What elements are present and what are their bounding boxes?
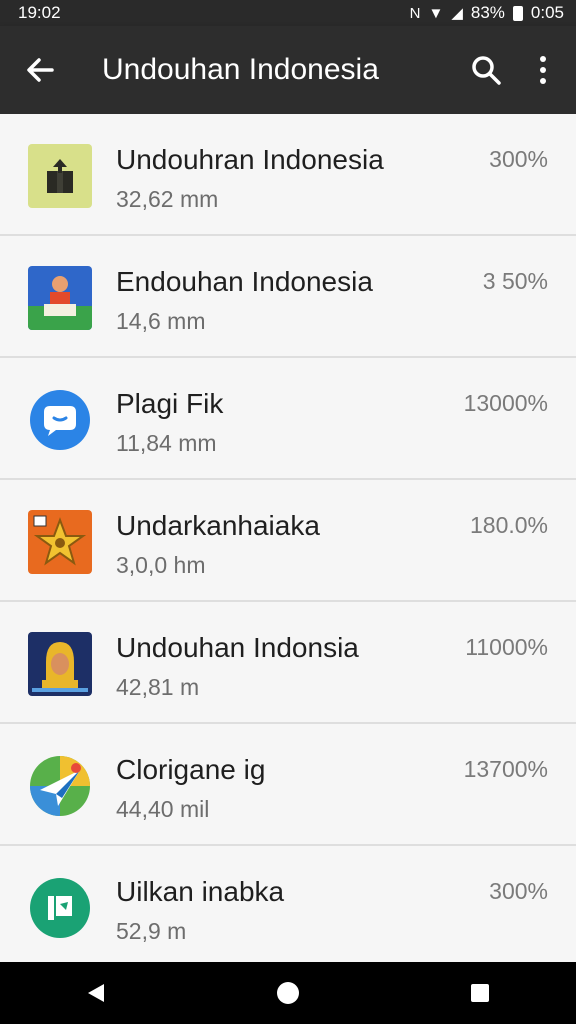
app-percent: 13000% [463, 390, 548, 416]
app-percent: 300% [489, 146, 548, 172]
app-name: Undouhran Indonesia [116, 144, 384, 175]
circle-home-icon [277, 982, 299, 1004]
battery-percent: 83% [470, 3, 505, 22]
arrow-left-icon [27, 58, 54, 82]
nav-recents-button[interactable] [450, 968, 510, 1018]
app-size: 32,62 mm [116, 186, 219, 212]
app-name: Uilkan inabka [116, 876, 285, 907]
flag-icon [28, 876, 92, 940]
app-percent: 300% [489, 878, 548, 904]
page-title: Undouhan Indonesia [102, 53, 379, 86]
app-name: Undouhan Indonsia [116, 632, 359, 663]
app-name: Endouhan Indonesia [116, 266, 373, 297]
app-percent: 3 50% [482, 268, 548, 294]
list-item[interactable]: Undouhan Indonsia 42,81 m 11000% [0, 602, 576, 724]
nfc-icon: N [409, 4, 421, 22]
app-size: 14,6 mm [116, 308, 206, 334]
app-list: Undouhran Indonesia 32,62 mm 300% Endouh… [0, 114, 576, 968]
square-recents-icon [471, 984, 489, 1002]
app-percent: 180.0% [469, 512, 548, 538]
back-button[interactable] [0, 26, 80, 114]
app-percent: 13700% [463, 756, 548, 782]
list-item[interactable]: Clorigane ig 44,40 mil 13700% [0, 724, 576, 846]
nav-home-button[interactable] [258, 968, 318, 1018]
paper-plane-icon [28, 754, 92, 818]
app-bar: Undouhan Indonesia [0, 26, 576, 114]
person-portrait-icon [28, 632, 92, 696]
app-size: 11,84 mm [116, 430, 217, 456]
wifi-icon: ▼ [428, 4, 444, 22]
list-item[interactable]: Undouhran Indonesia 32,62 mm 300% [0, 114, 576, 236]
status-icons: N ▼ ◢ 83% 0:05 [410, 3, 564, 23]
status-time: 19:02 [18, 3, 61, 22]
app-name: Clorigane ig [116, 754, 266, 785]
battery-icon [512, 5, 523, 21]
list-item[interactable]: Plagi Fik 11,84 mm 13000% [0, 358, 576, 480]
reading-person-icon [28, 266, 92, 330]
overflow-menu-button[interactable] [516, 26, 576, 114]
list-item[interactable]: Endouhan Indonesia 14,6 mm 3 50% [0, 236, 576, 358]
chat-bubble-icon [28, 388, 92, 452]
app-size: 3,0,0 hm [116, 552, 206, 578]
app-name: Undarkanhaiaka [116, 510, 320, 541]
list-item[interactable]: Uilkan inabka 52,9 m 300% [0, 846, 576, 968]
app-percent: 11000% [465, 634, 548, 660]
signal-icon: ◢ [451, 5, 463, 22]
search-button[interactable] [456, 26, 516, 114]
package-box-icon [28, 144, 92, 208]
app-size: 44,40 mil [116, 796, 210, 822]
nav-back-button[interactable] [66, 968, 126, 1018]
list-item[interactable]: Undarkanhaiaka 3,0,0 hm 180.0% [0, 480, 576, 602]
triangle-back-icon [88, 984, 104, 1002]
more-vert-icon [540, 56, 546, 84]
search-icon [472, 56, 501, 85]
app-size: 42,81 m [116, 674, 200, 700]
navigation-bar [0, 962, 576, 1024]
star-badge-icon [28, 510, 92, 574]
status-bar: 19:02 N ▼ ◢ 83% 0:05 [0, 0, 576, 26]
app-name: Plagi Fik [116, 388, 224, 419]
app-size: 52,9 m [116, 918, 187, 944]
status-clock: 0:05 [530, 3, 564, 22]
